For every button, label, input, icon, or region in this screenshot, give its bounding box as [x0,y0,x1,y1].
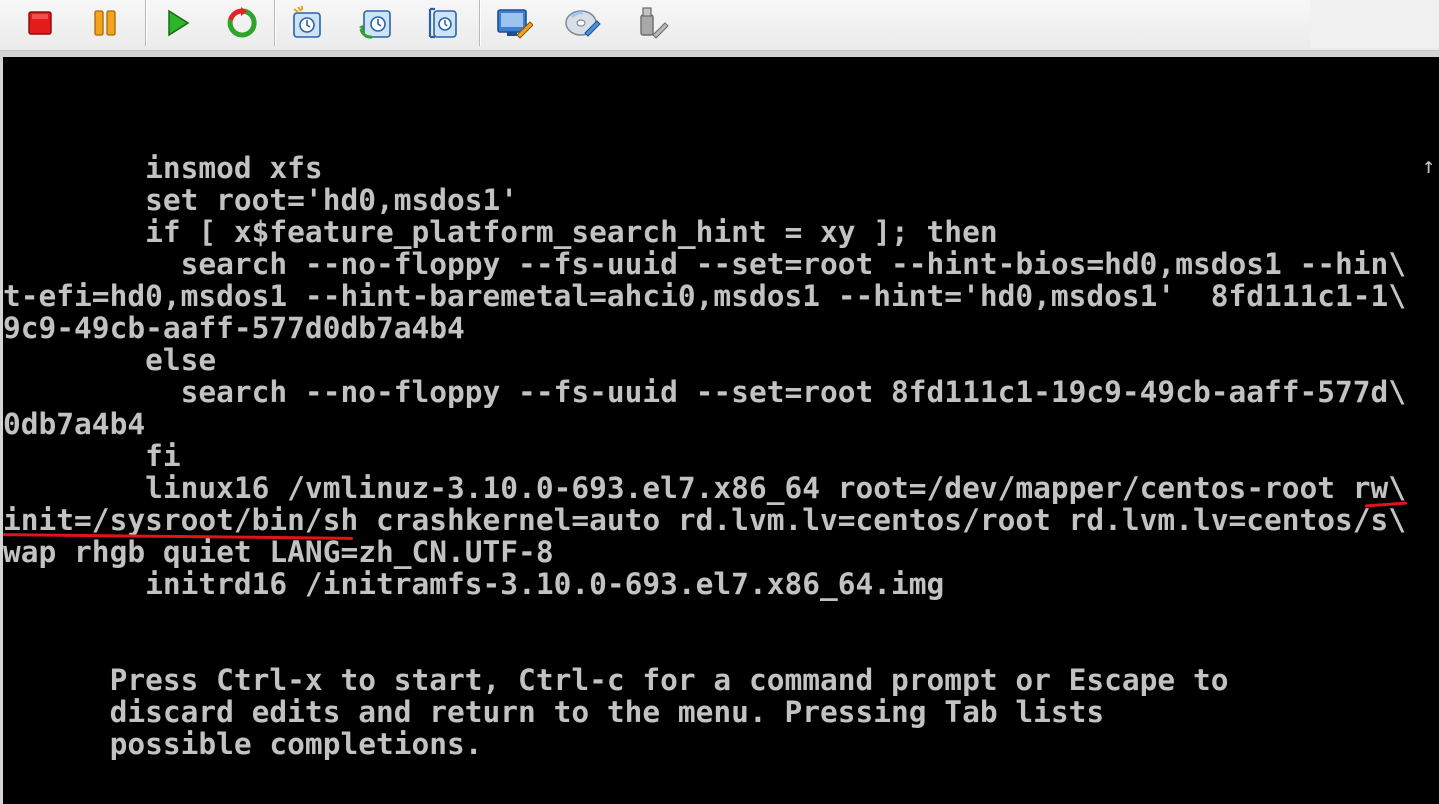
reset-icon [227,7,257,38]
vm-console-window: insmod xfs set root='hd0,msdos1' if [ x$… [0,0,1439,804]
snapshot-icon [293,6,321,38]
usb-devices-icon [640,7,669,39]
play-icon [168,9,190,37]
console-line: initrd16 /initramfs-3.10.0-693.el7.x86_6… [3,567,945,601]
console-line: 9c9-49cb-aaff-577d0db7a4b4 [3,311,465,345]
scroll-up-indicator: ↑ [1422,154,1436,179]
console-line: fi [3,439,181,473]
vm-toolbar [0,0,1439,51]
toolbar-separator [274,0,275,46]
edit-settings-button[interactable] [486,2,542,44]
edit-settings-icon [497,9,533,39]
devices-button[interactable] [622,2,678,44]
revert-snapshot-icon [359,10,391,39]
console-line-kernel: linux16 /vmlinuz-3.10.0-693.el7.x86_64 r… [3,471,1407,505]
stop-icon [28,11,52,35]
console-line-init: init=/sysroot/bin/sh crashkernel=auto rd… [3,503,1407,537]
console-line: 0db7a4b4 [3,407,146,441]
cd-dvd-icon [565,10,601,37]
help-text-line: discard edits and return to the menu. Pr… [3,695,1105,729]
console-line: wap rhgb quiet LANG=zh_CN.UTF-8 [3,535,554,569]
console-line: else [3,343,217,377]
toolbar-separator [479,0,480,46]
help-text-line: possible completions. [3,727,483,761]
console-line: insmod xfs [3,151,323,185]
console-line: t-efi=hd0,msdos1 --hint-baremetal=ahci0,… [3,279,1407,313]
toolbar-separator [145,0,146,46]
help-text-line: Press Ctrl-x to start, Ctrl-c for a comm… [3,663,1229,697]
play-button[interactable] [149,2,205,44]
console-line: search --no-floppy --fs-uuid --set=root … [3,247,1407,281]
console-line: search --no-floppy --fs-uuid --set=root … [3,375,1407,409]
grub-edit-console[interactable]: insmod xfs set root='hd0,msdos1' if [ x$… [3,57,1439,804]
toolbar-spacer [1310,0,1439,48]
console-line: if [ x$feature_platform_search_hint = xy… [3,215,998,249]
snapshot-manager-button[interactable] [416,2,472,44]
stop-button[interactable] [12,2,68,44]
console-frame: insmod xfs set root='hd0,msdos1' if [ x$… [0,51,1439,804]
take-snapshot-button[interactable] [280,2,336,44]
cd-dvd-button[interactable] [554,2,610,44]
snapshot-manager-icon [428,7,457,39]
pause-button[interactable] [77,2,133,44]
revert-snapshot-button[interactable] [348,2,404,44]
reset-button[interactable] [214,2,270,44]
pause-icon [94,10,116,36]
console-line: set root='hd0,msdos1' [3,183,519,217]
